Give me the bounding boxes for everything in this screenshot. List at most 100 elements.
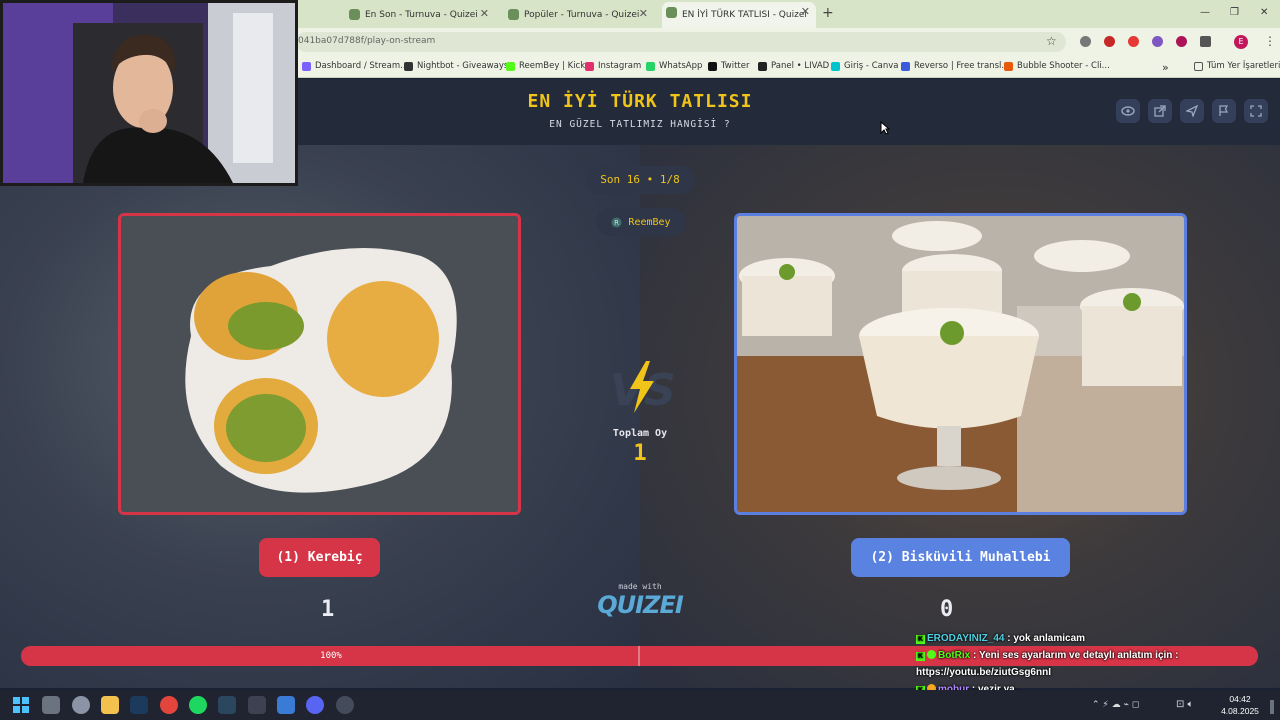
round-indicator: Son 16 • 1/8 <box>585 166 695 194</box>
made-with-label: made with <box>618 582 662 591</box>
bookmark-star-icon[interactable]: ☆ <box>1046 34 1057 48</box>
vote-right-button[interactable]: (2) Bisküvili Muhallebi <box>851 538 1070 577</box>
bookmark-favicon-icon <box>831 61 840 71</box>
menu-kebab-icon[interactable]: ⋮ <box>1264 34 1276 48</box>
bookmark-item[interactable]: Dashboard / Stream... <box>302 61 408 71</box>
fullscreen-button[interactable] <box>1244 99 1268 123</box>
close-tab-icon[interactable]: ✕ <box>639 7 648 20</box>
chat-username: BotRix <box>938 650 971 661</box>
bookmark-item[interactable]: Reverso | Free transl... <box>901 61 1009 71</box>
steam-icon[interactable] <box>130 696 148 714</box>
close-tab-icon[interactable]: ✕ <box>801 5 810 18</box>
network-volume-icon[interactable]: ⊡ 🔈︎ <box>1176 696 1206 714</box>
bookmark-item[interactable]: Panel • LIVAD <box>758 61 829 71</box>
system-tray-icons[interactable]: ⌃ ⚡ ☁ ⌁ ◻ <box>1092 696 1162 714</box>
chat-message-continuation: https://youtu.be/ziutGsg6nnI <box>910 664 1280 681</box>
file-explorer-icon[interactable] <box>101 696 119 714</box>
tab-label: EN İYİ TÜRK TATLISI - Quizei <box>682 10 807 20</box>
chat-message: K ERODAYINIZ_44 : yok anlamicam <box>916 633 1086 644</box>
extension-icon[interactable] <box>1176 36 1187 47</box>
minimize-icon[interactable]: — <box>1200 7 1210 18</box>
bookmark-favicon-icon <box>708 61 717 71</box>
quizei-favicon-icon <box>666 7 677 18</box>
adblock-icon[interactable] <box>1128 36 1139 47</box>
quizei-favicon-icon <box>349 9 360 20</box>
tab-populer[interactable]: Popüler - Turnuva - Quizei ✕ <box>504 4 654 26</box>
spotify-icon[interactable] <box>189 696 207 714</box>
quizei-favicon-icon <box>508 9 519 20</box>
clock-time: 04:42 <box>1229 694 1251 704</box>
bookmark-favicon-icon <box>901 61 910 71</box>
new-tab-button[interactable]: + <box>822 5 834 21</box>
bookmark-item[interactable]: Giriş - Canva <box>831 61 898 71</box>
bookmarks-overflow-button[interactable]: » <box>1162 61 1169 74</box>
bookmark-item[interactable]: Instagram <box>585 61 641 71</box>
vote-left-button[interactable]: (1) Kerebiç <box>259 538 380 577</box>
profile-avatar[interactable]: E <box>1234 35 1248 49</box>
tab-label: Popüler - Turnuva - Quizei <box>524 10 640 20</box>
chat-text: https://youtu.be/ziutGsg6nnI <box>916 667 1051 678</box>
steam-icon[interactable] <box>218 696 236 714</box>
extension-icon[interactable] <box>1080 36 1091 47</box>
close-tab-icon[interactable]: ✕ <box>480 7 489 20</box>
show-desktop-button[interactable] <box>1270 700 1274 714</box>
restore-icon[interactable]: ❐ <box>1230 7 1239 18</box>
extension-icon[interactable] <box>1152 36 1163 47</box>
share-button[interactable] <box>1148 99 1172 123</box>
webcam-overlay <box>0 0 298 186</box>
kick-icon: K <box>916 652 925 661</box>
settings-gear-icon[interactable] <box>72 696 90 714</box>
external-link-icon <box>1154 105 1166 117</box>
muhallebi-photo-icon <box>737 216 1184 512</box>
voter-badge: R ReemBey <box>596 208 686 236</box>
bookmark-item[interactable]: Twitter <box>708 61 750 71</box>
chat-text: Yeni ses ayarlarım ve detaylı anlatım iç… <box>978 650 1179 661</box>
clock-date: 4.08.2025 <box>1221 706 1259 716</box>
total-votes-label: Toplam Oy <box>612 428 668 439</box>
vs-lightning-icon: VS <box>610 361 676 416</box>
tab-active-quiz[interactable]: EN İYİ TÜRK TATLISI - Quizei ✕ <box>662 2 816 28</box>
obs-icon[interactable] <box>336 696 354 714</box>
bookmark-favicon-icon <box>646 61 655 71</box>
bot-badge-icon <box>927 650 936 659</box>
left-choice-image[interactable] <box>118 213 521 515</box>
bookmark-item[interactable]: Nightbot - Giveaways <box>404 61 508 71</box>
report-button[interactable] <box>1212 99 1236 123</box>
kick-icon: K <box>916 635 925 644</box>
bookmark-item[interactable]: Bubble Shooter - Cli... <box>1004 61 1110 71</box>
discord-icon[interactable] <box>306 696 324 714</box>
close-window-icon[interactable]: ✕ <box>1260 7 1268 18</box>
eye-button[interactable] <box>1116 99 1140 123</box>
extension-icon[interactable] <box>1104 36 1115 47</box>
kerebic-photo-icon <box>121 216 518 512</box>
bookmark-favicon-icon <box>404 61 413 71</box>
task-view-icon[interactable] <box>42 696 60 714</box>
taskbar-clock[interactable]: 04:42 4.08.2025 <box>1210 693 1270 717</box>
left-vote-count: 1 <box>321 597 335 622</box>
app-icon[interactable] <box>277 696 295 714</box>
folder-icon <box>1194 61 1203 71</box>
bookmark-favicon-icon <box>302 61 311 71</box>
chat-text: yok anlamicam <box>1013 633 1086 644</box>
chat-username: ERODAYINIZ_44 <box>927 633 1005 644</box>
right-vote-count: 0 <box>940 597 954 622</box>
voter-name: ReemBey <box>628 216 671 228</box>
chrome-icon[interactable] <box>160 696 178 714</box>
quizei-logo[interactable]: QUIZEI <box>590 591 690 619</box>
extensions-puzzle-icon[interactable] <box>1200 36 1211 47</box>
bookmark-item[interactable]: ReemBey | Kick <box>506 61 585 71</box>
send-button[interactable] <box>1180 99 1204 123</box>
user-avatar-icon: R <box>611 217 622 227</box>
total-votes-value: 1 <box>633 441 647 466</box>
tab-label: En Son - Turnuva - Quizei <box>365 10 478 20</box>
eye-icon <box>1121 106 1135 116</box>
windows-start-icon[interactable] <box>12 696 30 714</box>
right-choice-image[interactable] <box>734 213 1187 515</box>
xbox-icon[interactable] <box>248 696 266 714</box>
mouse-cursor-icon <box>880 121 890 135</box>
tab-en-son[interactable]: En Son - Turnuva - Quizei ✕ <box>345 4 495 26</box>
all-bookmarks-button[interactable]: Tüm Yer İşaretleri <box>1194 61 1280 71</box>
flag-icon <box>1219 105 1229 116</box>
bookmark-item[interactable]: WhatsApp <box>646 61 702 71</box>
url-field[interactable]: 041ba07d788f/play-on-stream <box>296 32 1066 52</box>
